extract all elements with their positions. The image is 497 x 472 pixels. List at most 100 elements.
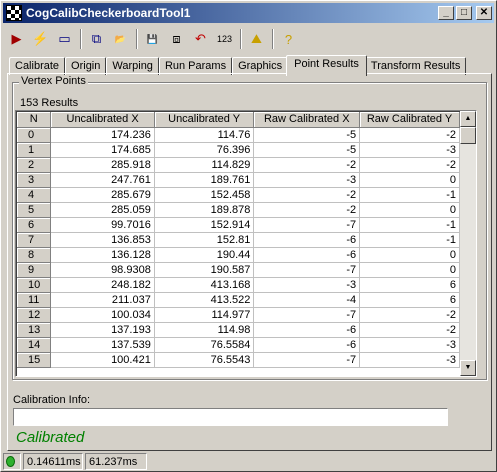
table-row[interactable]: 12 100.034 114.977 -7 -2	[17, 307, 460, 323]
row-header: 9	[17, 262, 52, 278]
image-buffer-button[interactable]: ▭	[53, 28, 76, 50]
table-cell: -4	[253, 292, 361, 308]
table-row[interactable]: 9 98.9308 190.587 -7 0	[17, 262, 460, 278]
row-header: 6	[17, 217, 52, 233]
overlay-icon: ⧉	[91, 31, 102, 46]
table-cell: 0	[359, 202, 460, 218]
table-cell: -3	[359, 337, 460, 353]
save-as-icon: ⧈	[172, 31, 181, 46]
scroll-up-button[interactable]: ▲	[460, 111, 476, 127]
column-header[interactable]: Uncalibrated X	[50, 112, 155, 128]
window-title: CogCalibCheckerboardTool1	[26, 6, 191, 20]
row-header: 8	[17, 247, 52, 263]
status-bar: 0.14611ms 61.237ms	[3, 452, 494, 471]
save-as-button[interactable]: ⧈	[165, 28, 188, 50]
table-cell: 0	[359, 247, 460, 263]
open-button[interactable]: 📂	[109, 28, 132, 50]
scroll-down-button[interactable]: ▼	[460, 360, 476, 376]
save-button[interactable]: 💾	[141, 28, 164, 50]
table-cell: -7	[253, 352, 361, 368]
column-header[interactable]: Uncalibrated Y	[154, 112, 255, 128]
vertical-scrollbar[interactable]: ▲ ▼	[460, 111, 476, 376]
table-cell: 247.761	[50, 172, 155, 188]
table-cell: -6	[253, 322, 361, 338]
table-cell: -1	[359, 187, 460, 203]
column-header[interactable]: Raw Calibrated Y	[359, 112, 460, 128]
table-cell: 248.182	[50, 277, 155, 293]
calibration-info-field[interactable]	[13, 408, 448, 426]
lightning-button[interactable]: ⚡	[29, 28, 52, 50]
table-row[interactable]: 10 248.182 413.168 -3 6	[17, 277, 460, 293]
table-cell: 99.7016	[50, 217, 155, 233]
table-cell: 137.193	[50, 322, 155, 338]
tab-point-results[interactable]: Point Results	[286, 55, 367, 76]
table-row[interactable]: 11 211.037 413.522 -4 6	[17, 292, 460, 308]
scroll-thumb[interactable]	[460, 127, 476, 144]
table-row[interactable]: 7 136.853 152.81 -6 -1	[17, 232, 460, 248]
counter-button[interactable]: 123	[213, 28, 236, 50]
row-header: 2	[17, 157, 52, 173]
table-cell: 0	[359, 262, 460, 278]
table-row[interactable]: 6 99.7016 152.914 -7 -1	[17, 217, 460, 233]
status-indicator	[3, 453, 21, 470]
table-cell: -7	[253, 217, 361, 233]
column-header[interactable]: Raw Calibrated X	[253, 112, 361, 128]
table-row[interactable]: 5 285.059 189.878 -2 0	[17, 202, 460, 218]
table-row[interactable]: 8 136.128 190.44 -6 0	[17, 247, 460, 263]
minimize-button[interactable]: _	[438, 6, 454, 20]
table-row[interactable]: 13 137.193 114.98 -6 -2	[17, 322, 460, 338]
calibration-status: Calibrated	[16, 429, 85, 446]
results-grid[interactable]: N Uncalibrated X Uncalibrated Y Raw Calibra…	[15, 110, 477, 377]
row-header: 1	[17, 142, 52, 158]
table-cell: 285.679	[50, 187, 155, 203]
table-cell: 6	[359, 292, 460, 308]
table-cell: 136.128	[50, 247, 155, 263]
table-cell: 98.9308	[50, 262, 155, 278]
image-view-button[interactable]: ⛰	[245, 28, 268, 50]
table-header-row: N Uncalibrated X Uncalibrated Y Raw Calibra…	[17, 112, 460, 128]
table-cell: 114.829	[154, 157, 255, 173]
table-row[interactable]: 14 137.539 76.5584 -6 -3	[17, 337, 460, 353]
overlay-button[interactable]: ⧉	[85, 28, 108, 50]
column-header[interactable]: N	[17, 112, 52, 128]
maximize-button[interactable]: □	[456, 6, 472, 20]
open-icon: 📂	[114, 33, 127, 44]
image-view-icon: ⛰	[251, 31, 262, 46]
table-cell: 136.853	[50, 232, 155, 248]
run-button[interactable]: ▶	[5, 28, 28, 50]
row-header: 4	[17, 187, 52, 203]
table-cell: -3	[359, 142, 460, 158]
run-icon: ▶	[11, 31, 22, 46]
table-row[interactable]: 3 247.761 189.761 -3 0	[17, 172, 460, 188]
table-cell: -5	[253, 142, 361, 158]
row-header: 12	[17, 307, 52, 323]
row-header: 10	[17, 277, 52, 293]
table-row[interactable]: 15 100.421 76.5543 -7 -3	[17, 352, 460, 368]
table-row[interactable]: 1 174.685 76.396 -5 -3	[17, 142, 460, 158]
table-cell: -2	[253, 157, 361, 173]
reset-button[interactable]: ↶	[189, 28, 212, 50]
row-header: 5	[17, 202, 52, 218]
table-cell: -7	[253, 307, 361, 323]
table-cell: 285.059	[50, 202, 155, 218]
close-button[interactable]: ✕	[476, 6, 492, 20]
help-button[interactable]: ?	[277, 28, 300, 50]
table-cell: -2	[253, 202, 361, 218]
title-bar[interactable]: CogCalibCheckerboardTool1 _ □ ✕	[3, 3, 494, 23]
table-cell: -3	[253, 172, 361, 188]
table-row[interactable]: 4 285.679 152.458 -2 -1	[17, 187, 460, 203]
table-row[interactable]: 2 285.918 114.829 -2 -2	[17, 157, 460, 173]
table-cell: 152.914	[154, 217, 255, 233]
toolbar-separator	[272, 29, 274, 49]
total-run-time: 61.237ms	[85, 453, 147, 470]
table-cell: -6	[253, 232, 361, 248]
checkerboard-icon	[6, 5, 22, 21]
counter-icon: 123	[216, 34, 233, 44]
reset-icon: ↶	[195, 31, 206, 46]
table-row[interactable]: 0 174.236 114.76 -5 -2	[17, 127, 460, 143]
table-cell: 76.396	[154, 142, 255, 158]
table-cell: 413.168	[154, 277, 255, 293]
table-cell: 137.539	[50, 337, 155, 353]
save-icon: 💾	[146, 33, 159, 44]
table-cell: -1	[359, 232, 460, 248]
